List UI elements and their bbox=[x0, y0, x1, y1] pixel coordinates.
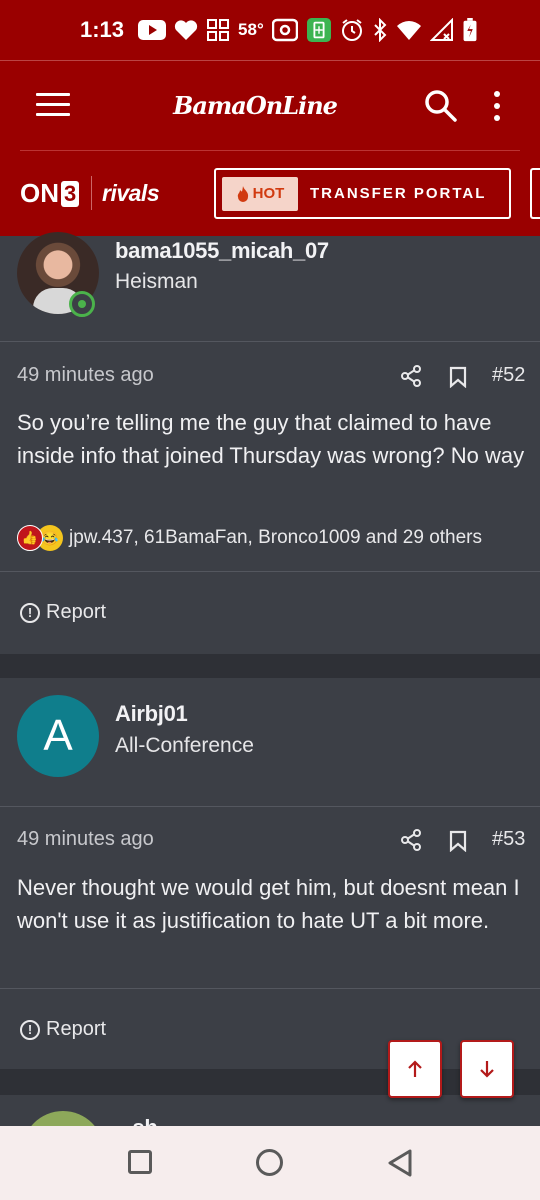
sub-header: ON 3 rivals HOT TRANSFER PORTAL bbox=[0, 150, 540, 236]
battery-icon bbox=[463, 18, 477, 42]
system-nav-bar bbox=[0, 1126, 540, 1200]
status-temperature: 58° bbox=[238, 20, 264, 39]
online-status-icon bbox=[69, 291, 95, 317]
avatar[interactable] bbox=[22, 1111, 104, 1126]
rivals-logo[interactable]: rivals bbox=[102, 180, 160, 207]
arrow-up-icon bbox=[408, 1060, 422, 1077]
bluetooth-icon bbox=[374, 18, 387, 42]
report-icon: ! bbox=[20, 1019, 40, 1040]
app-header: BamaOnLine bbox=[0, 60, 540, 150]
post-text: Never thought we would get him, but does… bbox=[17, 875, 520, 933]
post-author-block: A Airbj01 All-Conference bbox=[0, 678, 540, 806]
bookmark-icon[interactable] bbox=[449, 366, 467, 388]
report-label: Report bbox=[46, 1018, 107, 1040]
post-body: 49 minutes ago #53 Never thought we woul… bbox=[0, 807, 540, 989]
wifi-icon bbox=[396, 21, 421, 40]
post-author-block: ...sh bbox=[0, 1095, 540, 1126]
like-reaction-icon: 👍 bbox=[17, 525, 43, 551]
site-logo[interactable]: BamaOnLine bbox=[170, 85, 340, 125]
grid-icon bbox=[207, 19, 230, 41]
alarm-icon bbox=[341, 19, 362, 41]
transfer-portal-button[interactable]: HOT TRANSFER PORTAL bbox=[214, 168, 511, 219]
search-icon[interactable] bbox=[424, 89, 458, 123]
post-number[interactable]: #52 bbox=[492, 364, 525, 387]
on3-suffix: 3 bbox=[61, 180, 80, 207]
post-time[interactable]: 49 minutes ago bbox=[17, 828, 154, 851]
youtube-icon bbox=[138, 20, 167, 40]
post-separator bbox=[0, 654, 540, 678]
recent-apps-icon[interactable] bbox=[128, 1150, 152, 1174]
menu-icon[interactable] bbox=[36, 93, 70, 117]
more-options-icon[interactable] bbox=[486, 91, 508, 123]
username[interactable]: bama1055_micah_07 bbox=[115, 238, 329, 264]
username[interactable]: Airbj01 bbox=[115, 701, 188, 727]
post-time[interactable]: 49 minutes ago bbox=[17, 364, 154, 387]
username[interactable]: ...sh bbox=[115, 1115, 158, 1126]
report-icon: ! bbox=[20, 602, 40, 623]
on3-prefix: ON bbox=[20, 178, 59, 208]
bookmark-icon[interactable] bbox=[449, 830, 467, 852]
status-time: 1:13 bbox=[80, 17, 125, 42]
report-button[interactable]: ! Report bbox=[20, 1018, 106, 1041]
reactions-text: jpw.437, 61BamaFan, Bronco1009 and 29 ot… bbox=[69, 527, 483, 548]
avatar[interactable]: A bbox=[17, 695, 99, 777]
report-button[interactable]: ! Report bbox=[20, 601, 106, 624]
nfc-icon bbox=[271, 18, 298, 42]
user-title: Heisman bbox=[115, 270, 198, 293]
divider bbox=[20, 150, 520, 151]
transfer-portal-label: TRANSFER PORTAL bbox=[310, 185, 487, 202]
post-number[interactable]: #53 bbox=[492, 828, 525, 851]
next-nav-button[interactable] bbox=[530, 168, 540, 219]
battery-saver-icon bbox=[306, 18, 331, 42]
hot-label: HOT bbox=[252, 185, 285, 202]
post-footer: ! Report bbox=[0, 989, 540, 1069]
status-icons: 58° bbox=[138, 18, 478, 42]
post-footer: ! Report bbox=[0, 572, 540, 654]
heart-icon bbox=[174, 20, 198, 40]
flame-icon bbox=[237, 185, 248, 202]
post-body: 49 minutes ago #52 So you’re telling me … bbox=[0, 342, 540, 572]
home-icon[interactable] bbox=[256, 1149, 283, 1176]
share-icon[interactable] bbox=[400, 829, 422, 851]
reactions-summary[interactable]: 👍 😂 jpw.437, 61BamaFan, Bronco1009 and 2… bbox=[17, 525, 482, 551]
arrow-down-icon bbox=[480, 1061, 494, 1078]
report-label: Report bbox=[46, 601, 107, 623]
user-title: All-Conference bbox=[115, 734, 254, 757]
status-bar: 1:13 58° bbox=[0, 0, 540, 60]
post-author-block: bama1055_micah_07 Heisman bbox=[0, 232, 540, 341]
back-icon[interactable] bbox=[386, 1148, 414, 1178]
post-text: So you’re telling me the guy that claime… bbox=[17, 410, 525, 468]
scroll-up-button[interactable] bbox=[388, 1040, 442, 1098]
logo-separator bbox=[91, 176, 92, 210]
signal-icon bbox=[429, 18, 453, 41]
hot-badge: HOT bbox=[222, 176, 298, 211]
share-icon[interactable] bbox=[400, 365, 422, 387]
on3-logo[interactable]: ON 3 bbox=[20, 178, 80, 209]
scroll-down-button[interactable] bbox=[460, 1040, 514, 1098]
post-separator bbox=[0, 1069, 540, 1095]
